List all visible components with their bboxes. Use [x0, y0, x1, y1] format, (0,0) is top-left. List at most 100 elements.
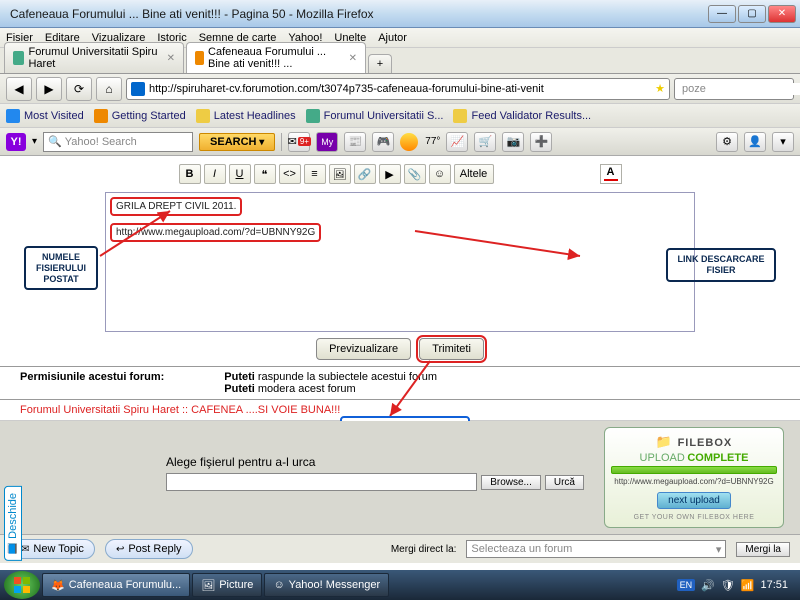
page-icon: [306, 109, 320, 123]
window-controls: ― ▢ ✕: [708, 5, 796, 23]
post-reply-button[interactable]: ↩ Post Reply: [105, 539, 193, 559]
reload-button[interactable]: ⟳: [66, 77, 92, 101]
new-topic-button[interactable]: ✉ New Topic: [10, 539, 95, 559]
bookmark-headlines[interactable]: Latest Headlines: [196, 109, 296, 123]
bookmark-feed-validator[interactable]: Feed Validator Results...: [453, 109, 591, 123]
forward-button[interactable]: ▶: [36, 77, 62, 101]
back-button[interactable]: ◀: [6, 77, 32, 101]
yahoo-finance-button[interactable]: 📈: [446, 132, 468, 152]
permissions-label: Permisiunile acestui forum:: [20, 371, 164, 395]
go-button[interactable]: Mergi la: [736, 542, 790, 557]
yahoo-my-button[interactable]: My: [316, 132, 338, 152]
form-buttons: Previzualizare Trimiteti: [0, 338, 800, 360]
browse-button[interactable]: Browse...: [481, 475, 541, 490]
tab-label: Cafeneaua Forumului ... Bine ati venit!!…: [208, 46, 341, 70]
upload-section: Alege fişierul pentru a-l urca Browse...…: [0, 421, 800, 534]
start-button[interactable]: [4, 571, 40, 599]
annotation-link: http://www.megaupload.com/?d=UBNNY92G: [110, 223, 321, 242]
link-button[interactable]: 🔗: [354, 164, 376, 184]
tab-favicon-icon: [13, 51, 24, 65]
tab-cafeneaua[interactable]: Cafeneaua Forumului ... Bine ati venit!!…: [186, 42, 366, 73]
yahoo-games-button[interactable]: 🎮: [372, 132, 394, 152]
bookmark-star-icon[interactable]: ★: [655, 82, 665, 95]
callout-link: LINK DESCARCARE FISIER: [666, 248, 776, 282]
url-input[interactable]: [149, 83, 655, 95]
tab-forum[interactable]: Forumul Universitatii Spiru Haret ✕: [4, 42, 184, 73]
bookmarks-bar: Most Visited Getting Started Latest Head…: [0, 104, 800, 128]
video-button[interactable]: ▶: [379, 164, 401, 184]
italic-button[interactable]: I: [204, 164, 226, 184]
search-input[interactable]: [682, 83, 800, 95]
yahoo-mail-button[interactable]: ✉9+: [288, 132, 310, 152]
yahoo-more-button[interactable]: ▾: [772, 132, 794, 152]
weather-icon[interactable]: [400, 133, 418, 151]
clock[interactable]: 17:51: [760, 579, 788, 591]
language-indicator[interactable]: EN: [677, 579, 696, 591]
bookmark-forum[interactable]: Forumul Universitatii S...: [306, 109, 444, 123]
attach-button[interactable]: 📎: [404, 164, 426, 184]
mail-badge: 9+: [298, 137, 311, 146]
file-input[interactable]: [166, 473, 477, 491]
folder-icon: [6, 109, 20, 123]
yahoo-search-input[interactable]: 🔍Yahoo! Search: [43, 132, 193, 152]
filebox-logo: 📁 FILEBOX: [611, 434, 777, 450]
maximize-button[interactable]: ▢: [738, 5, 766, 23]
submit-button[interactable]: Trimiteti: [419, 338, 484, 360]
bookmark-getting-started[interactable]: Getting Started: [94, 109, 186, 123]
callout-filename: NUMELE FISIERULUI POSTAT: [24, 246, 98, 290]
breadcrumb-section[interactable]: CAFENEA ....SI VOIE BUNA!!!: [191, 404, 340, 416]
filebox-footer[interactable]: GET YOUR OWN FILEBOX HERE: [611, 514, 777, 521]
editor-textarea[interactable]: GRILA DREPT CIVIL 2011. http://www.megau…: [105, 192, 695, 332]
more-button[interactable]: Altele: [454, 164, 494, 184]
menu-ajutor[interactable]: Ajutor: [378, 32, 407, 44]
tray-network-icon[interactable]: 🔊: [701, 579, 715, 592]
forum-nav: ✉ New Topic ↩ Post Reply Mergi direct la…: [0, 534, 800, 563]
yahoo-settings-button[interactable]: ⚙: [716, 132, 738, 152]
preview-button[interactable]: Previzualizare: [316, 338, 411, 360]
deschide-tab[interactable]: 📘 Deschide: [4, 486, 22, 561]
minimize-button[interactable]: ―: [708, 5, 736, 23]
close-button[interactable]: ✕: [768, 5, 796, 23]
filebox-widget: 📁 FILEBOX UPLOAD COMPLETE http://www.meg…: [604, 427, 784, 528]
upload-form: Alege fişierul pentru a-l urca Browse...…: [166, 455, 584, 528]
search-field-wrap: [674, 78, 794, 100]
tab-bar: Forumul Universitatii Spiru Haret ✕ Cafe…: [0, 48, 800, 74]
forum-select[interactable]: Selecteaza un forum▾: [466, 540, 726, 558]
smiley-button[interactable]: ☺: [429, 164, 451, 184]
task-picture[interactable]: 🖼Picture: [192, 573, 262, 597]
bold-button[interactable]: B: [179, 164, 201, 184]
page-icon: [94, 109, 108, 123]
tab-close-icon[interactable]: ✕: [167, 53, 175, 64]
code-button[interactable]: <>: [279, 164, 301, 184]
tray-battery-icon[interactable]: 📶: [741, 579, 755, 592]
task-firefox[interactable]: 🦊Cafeneaua Forumulu...: [42, 573, 190, 597]
temperature: 77°: [425, 136, 440, 147]
yahoo-user-button[interactable]: 👤: [744, 132, 766, 152]
home-button[interactable]: ⌂: [96, 77, 122, 101]
image-button[interactable]: 🖼: [329, 164, 351, 184]
list-button[interactable]: ≡: [304, 164, 326, 184]
annotation-filename: GRILA DREPT CIVIL 2011.: [110, 197, 242, 216]
yahoo-search-button[interactable]: SEARCH ▾: [199, 133, 275, 151]
yahoo-ebay-button[interactable]: 📷: [502, 132, 524, 152]
jump-label: Mergi direct la:: [391, 544, 457, 555]
tab-close-icon[interactable]: ✕: [349, 53, 357, 64]
rss-icon: [196, 109, 210, 123]
yahoo-logo-icon[interactable]: Y!: [6, 133, 26, 151]
next-upload-button[interactable]: next upload: [657, 492, 731, 509]
yahoo-add-button[interactable]: ➕: [530, 132, 552, 152]
new-tab-button[interactable]: +: [368, 54, 392, 73]
font-color-button[interactable]: [600, 164, 622, 184]
task-messenger[interactable]: ☺Yahoo! Messenger: [264, 573, 389, 597]
bookmark-most-visited[interactable]: Most Visited: [6, 109, 84, 123]
system-tray: EN 🔊 🛡 📶 17:51: [677, 579, 796, 592]
underline-button[interactable]: U: [229, 164, 251, 184]
breadcrumb-home[interactable]: Forumul Universitatii Spiru Haret: [20, 404, 179, 416]
quote-button[interactable]: ❝: [254, 164, 276, 184]
page-content: B I U ❝ <> ≡ 🖼 🔗 ▶ 📎 ☺ Altele GRILA DREP…: [0, 156, 800, 570]
yahoo-news-button[interactable]: 📰: [344, 132, 366, 152]
upload-button[interactable]: Urcă: [545, 475, 584, 490]
tray-shield-icon[interactable]: 🛡: [721, 579, 735, 592]
window-titlebar: Cafeneaua Forumului ... Bine ati venit!!…: [0, 0, 800, 28]
yahoo-sports-button[interactable]: 🛒: [474, 132, 496, 152]
